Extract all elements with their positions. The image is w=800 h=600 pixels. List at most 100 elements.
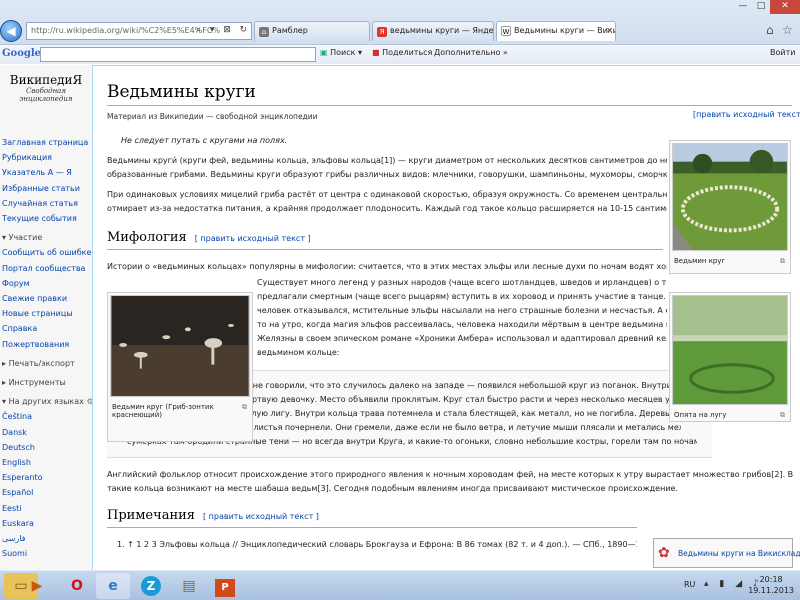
enlarge-icon[interactable]: ⧉ <box>780 411 785 420</box>
wikipedia-icon: W <box>501 26 511 36</box>
sidebar-item-forum[interactable]: Форум <box>2 276 92 291</box>
search-icon: ▣ <box>320 48 328 57</box>
clock[interactable]: 20:18 19.11.2013 <box>748 574 794 596</box>
thumbnail-caption: Опята на лугу ⧉ <box>674 411 785 420</box>
reference-note: 1. ↑ 1 2 3 Эльфовы кольца // Энциклопеди… <box>117 540 637 549</box>
sidebar-lang-et[interactable]: Eesti <box>2 501 92 516</box>
quote-line: целую лигу. Внутри кольца трава потемнел… <box>241 409 681 418</box>
enlarge-icon[interactable]: ⧉ <box>242 403 247 412</box>
thumbnail-caption: Ведьмин круг (Гриб-зонтик краснеющий) ⧉ <box>112 403 247 419</box>
section-edit-link[interactable]: [ править исходный текст ] <box>203 512 319 521</box>
mythology-line: человек отказывался, мстительные эльфы н… <box>257 306 667 315</box>
intro-paragraph-line: Ведьмины круги́ (круги фей, ведьмины кол… <box>107 156 667 165</box>
mythology-paragraph: Истории о «ведьминых кольцах» популярны … <box>107 262 667 271</box>
tab-yandex[interactable]: Яведьмины круги — Яндекс: н... <box>372 21 494 41</box>
page-title: Ведьмины круги <box>107 82 256 102</box>
wikipedia-logo[interactable]: ВикипедиЯ Свободная энциклопедия <box>0 73 92 103</box>
language-indicator[interactable]: RU <box>684 580 695 589</box>
sidebar-item-recent-changes[interactable]: Свежие правки <box>2 291 92 306</box>
share-icon: ■ <box>372 48 380 57</box>
back-button-icon[interactable]: ◀ <box>0 20 22 42</box>
opera-icon[interactable]: O <box>60 573 94 599</box>
mythology-line: то на утро, когда магия эльфов рассеивал… <box>257 320 667 329</box>
photo-meadow[interactable] <box>672 295 788 405</box>
sidebar-item-main-page[interactable]: Заглавная страница <box>2 135 92 150</box>
thumbnail-parasol-mushroom-ring[interactable]: Ведьмин круг (Гриб-зонтик краснеющий) ⧉ <box>107 292 253 442</box>
sidebar-lang-es[interactable]: Español <box>2 485 92 500</box>
sidebar-item-new-pages[interactable]: Новые страницы <box>2 306 92 321</box>
taskbar: ▭ ▶ O e Z ▤ P RU ▴ ▮ ◢ ♪ 20:18 19.11.2013 <box>0 570 800 600</box>
window-controls: — □ ✕ <box>734 0 800 14</box>
google-logo: Google <box>2 48 42 59</box>
google-search-input[interactable] <box>40 47 316 62</box>
ie-icon[interactable]: e <box>96 573 130 599</box>
share-button[interactable]: ■ Поделиться <box>372 48 432 57</box>
login-button[interactable]: Войти <box>770 48 795 57</box>
sidebar-section-print[interactable]: ▸ Печать/экспорт <box>2 356 92 371</box>
quote-line: «Мне говорили, что это случилось далеко … <box>241 381 681 390</box>
sidebar-lang-fa[interactable]: فارسی <box>2 531 92 546</box>
wikipedia-page: ВикипедиЯ Свободная энциклопедия Заглавн… <box>0 65 800 570</box>
sidebar-lang-de[interactable]: Deutsch <box>2 440 92 455</box>
sidebar-item-featured[interactable]: Избранные статьи <box>2 181 92 196</box>
section-divider <box>107 527 637 528</box>
tab-wikipedia[interactable]: WВедьмины круги — Викип... ✕ <box>496 21 616 41</box>
sidebar-lang-eo[interactable]: Esperanto <box>2 470 92 485</box>
site-tagline: Материал из Википедии — свободной энцикл… <box>107 112 318 121</box>
section-divider <box>107 249 663 250</box>
sidebar-item-community-portal[interactable]: Портал сообщества <box>2 261 92 276</box>
home-icon[interactable]: ⌂ <box>766 23 774 37</box>
sidebar-lang-cs[interactable]: Čeština <box>2 409 92 424</box>
sidebar-lang-da[interactable]: Dansk <box>2 425 92 440</box>
sidebar-item-index[interactable]: Указатель А — Я <box>2 165 92 180</box>
yandex-icon: Я <box>377 27 387 37</box>
sidebar-item-current-events[interactable]: Текущие события <box>2 211 92 226</box>
minimize-button[interactable]: — <box>734 0 752 14</box>
sidebar-lang-eu[interactable]: Euskara <box>2 516 92 531</box>
close-window-button[interactable]: ✕ <box>770 0 800 14</box>
sidebar-item-categories[interactable]: Рубрикация <box>2 150 92 165</box>
tab-close-icon[interactable]: ✕ <box>606 22 613 40</box>
folklore-paragraph: Английский фольклор относит происхождени… <box>107 470 793 479</box>
intro-paragraph-line: При одинаковых условиях мицелий гриба ра… <box>107 190 667 199</box>
tab-rambler[interactable]: ⌂ Рамблер <box>254 21 370 41</box>
explorer-icon[interactable]: ▤ <box>172 573 206 599</box>
enlarge-icon[interactable]: ⧉ <box>780 257 785 266</box>
commons-link[interactable]: Ведьмины круги на Викискладе? <box>678 549 800 558</box>
sidebar-lang-en[interactable]: English <box>2 455 92 470</box>
section-edit-link[interactable]: [ править исходный текст ] <box>195 234 311 243</box>
sidebar-item-random[interactable]: Случайная статья <box>2 196 92 211</box>
photo-ring-lawn[interactable] <box>672 143 788 251</box>
thumbnail-caption: Ведьмин круг ⧉ <box>674 257 785 266</box>
favorites-star-icon[interactable]: ☆ <box>782 23 793 37</box>
powerpoint-icon[interactable]: P <box>208 573 242 599</box>
photo-mushrooms-night[interactable] <box>110 295 250 397</box>
more-button[interactable]: Дополнительно » <box>434 48 508 57</box>
sidebar-item-donate[interactable]: Пожертвования <box>2 337 92 352</box>
intro-paragraph-line: образованные грибами. Ведьмины круги обр… <box>107 170 667 179</box>
sidebar-item-help[interactable]: Справка <box>2 321 92 336</box>
edit-source-link[interactable]: [править исходный текст] <box>693 110 800 119</box>
section-heading-notes: Примечания[ править исходный текст ] <box>107 508 319 523</box>
maximize-button[interactable]: □ <box>752 0 770 14</box>
folklore-paragraph: такие кольца возникают на месте шабаша в… <box>107 484 678 493</box>
app-z-icon[interactable]: Z <box>134 573 168 599</box>
browser-chrome: — □ ✕ ◀ http://ru.wikipedia.org/wiki/%C2%E… <box>0 0 800 64</box>
mythology-line: ведьмином кольце: <box>257 348 340 357</box>
media-player-icon[interactable]: ▶ <box>22 573 52 599</box>
sidebar-section-languages[interactable]: ▾ На других языках ⚙ <box>2 394 94 409</box>
quote-line: мертвую девочку. Место объявили прокляты… <box>241 395 681 404</box>
thumbnail-witch-ring[interactable]: Ведьмин круг ⧉ <box>669 140 791 274</box>
wikimedia-commons-box[interactable]: ✿ Ведьмины круги на Викискладе? <box>653 538 800 568</box>
google-search-button[interactable]: ▣ Поиск ▾ <box>320 48 362 57</box>
title-divider <box>107 105 792 106</box>
mythology-line: Желязны в своем эпическом романе «Хроник… <box>257 334 667 343</box>
sidebar-section-tools[interactable]: ▸ Инструменты <box>2 375 92 390</box>
sidebar-item-report-error[interactable]: Сообщить об ошибке <box>2 245 92 260</box>
sidebar-lang-fi[interactable]: Suomi <box>2 546 92 561</box>
thumbnail-meadow-ring[interactable]: Опята на лугу ⧉ <box>669 292 791 422</box>
home-icon: ⌂ <box>259 27 269 37</box>
mythology-line: предлагали смертным (чаще всего рыцарям)… <box>257 292 667 301</box>
mythology-line: Существует много легенд у разных народов… <box>257 278 667 287</box>
sidebar-section-participation[interactable]: ▾ Участие <box>2 230 92 245</box>
